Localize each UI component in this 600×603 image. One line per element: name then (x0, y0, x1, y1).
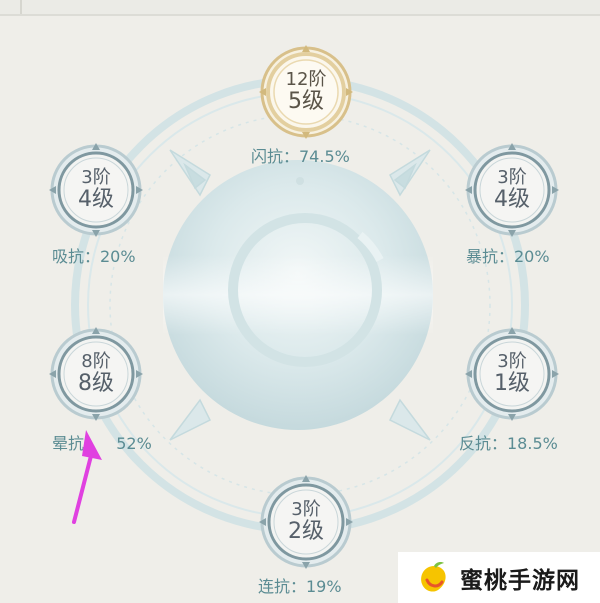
node-upper-left[interactable]: 3阶 4级 (48, 142, 144, 238)
label-stun-name: 晕抗 (52, 434, 85, 453)
node-lower-right[interactable]: 3阶 1级 (464, 326, 560, 422)
watermark-text: 蜜桃手游网 (460, 567, 580, 594)
label-combo-resist: 连抗：19% (258, 577, 342, 596)
node-tier: 8阶 (81, 351, 111, 372)
node-level: 5级 (288, 88, 324, 114)
node-upper-left-text: 3阶 4级 (48, 142, 144, 238)
watermark-banner: 蜜桃手游网 (398, 552, 600, 603)
node-upper-right[interactable]: 3阶 4级 (464, 142, 560, 238)
node-lower-left[interactable]: 8阶 8级 (48, 326, 144, 422)
node-level: 4级 (78, 186, 114, 212)
node-bottom[interactable]: 3阶 2级 (258, 474, 354, 570)
node-tier: 3阶 (497, 351, 527, 372)
node-tier: 3阶 (291, 499, 321, 520)
node-upper-right-text: 3阶 4级 (464, 142, 560, 238)
node-top-text: 12阶 5级 (258, 44, 354, 140)
node-level: 2级 (288, 518, 324, 544)
node-lower-left-text: 8阶 8级 (48, 326, 144, 422)
peach-logo-icon (421, 561, 446, 592)
label-counter-resist: 反抗：18.5% (459, 434, 558, 453)
label-crit-resist: 暴抗：20% (466, 247, 550, 266)
label-dodge-resist: 闪抗：74.5% (251, 147, 350, 166)
node-tier: 3阶 (497, 167, 527, 188)
label-stun-value: 52% (116, 434, 152, 453)
node-top[interactable]: 12阶 5级 (258, 44, 354, 140)
node-bottom-text: 3阶 2级 (258, 474, 354, 570)
node-lower-right-text: 3阶 1级 (464, 326, 560, 422)
label-drain-resist: 吸抗：20% (52, 247, 136, 266)
resistance-panel: 12阶 5级 3阶 4级 3阶 4级 8阶 8级 3阶 1级 3阶 2级 闪抗：… (0, 0, 600, 603)
node-level: 4级 (494, 186, 530, 212)
node-level: 8级 (78, 370, 114, 396)
node-tier: 12阶 (285, 69, 327, 90)
node-tier: 3阶 (81, 167, 111, 188)
label-stun-resist: 晕抗 52% (52, 430, 152, 454)
node-level: 1级 (494, 370, 530, 396)
